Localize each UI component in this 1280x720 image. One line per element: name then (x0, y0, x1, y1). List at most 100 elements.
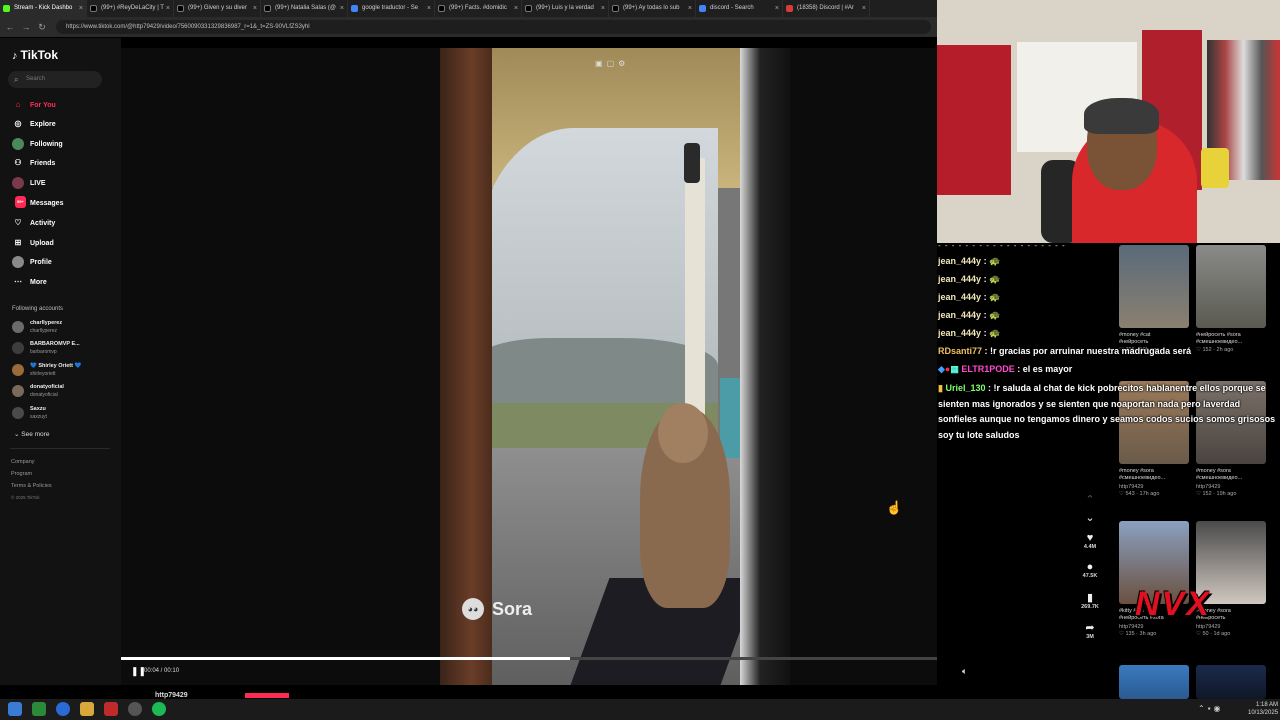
webcam-feed (937, 0, 1280, 243)
following-account[interactable]: donatyoficial donatyoficial (12, 381, 112, 401)
avatar (12, 364, 24, 376)
avatar (12, 385, 24, 397)
browser-tab[interactable]: (99+) Luis y la verdad × (522, 0, 609, 17)
browser-tab[interactable]: (18358) Discord | #Ar × (783, 0, 870, 17)
browser-tab[interactable]: (99+) #ReyDeLaCity | T × (87, 0, 174, 17)
search-icon: ⌕ (14, 75, 19, 84)
tiktok-logo[interactable]: ♪ TikTok (12, 48, 58, 62)
settings-icon[interactable]: ⚙ (618, 59, 629, 68)
close-icon[interactable]: × (688, 0, 692, 17)
nav-explore[interactable]: ◎ Explore (12, 115, 112, 133)
video-time: 00:04 / 00:10 (144, 668, 180, 674)
nav-upload[interactable]: ⊞ Upload (12, 234, 112, 252)
following-account[interactable]: charllyperez charllyperez (12, 317, 112, 337)
browser-tab[interactable]: (99+) Given y su diver × (174, 0, 261, 17)
system-tray[interactable]: ⌃▪◉ (1198, 704, 1224, 713)
nav-activity[interactable]: ♡ Activity (12, 214, 112, 232)
browser-tab[interactable]: Stream - Kick Dashbo × (0, 0, 87, 17)
chat-message: jean_444y : 🐢 (938, 292, 1001, 302)
footer-program[interactable]: Program (11, 471, 32, 477)
screen: Stream - Kick Dashbo × (99+) #ReyDeLaCity… (0, 0, 1280, 720)
video-progress-bar[interactable] (121, 657, 937, 660)
chat-message: ◆●▦ ELTR1PODE : el es mayor (938, 364, 1073, 374)
nav-more[interactable]: ⋯ More (12, 273, 112, 291)
tiktok-favicon-icon (264, 5, 271, 12)
webcam-basket (1201, 148, 1229, 188)
nav-messages[interactable]: ✉99+Messages (12, 194, 112, 212)
follow-button[interactable] (245, 693, 289, 698)
avatar (12, 321, 24, 333)
spotify-icon[interactable] (152, 702, 166, 716)
browser-tab[interactable]: discord - Search × (696, 0, 783, 17)
close-icon[interactable]: × (79, 0, 83, 17)
related-video[interactable] (1196, 665, 1266, 699)
chrome-icon[interactable] (56, 702, 70, 716)
nav-live[interactable]: LIVE (12, 174, 112, 192)
browser-tab[interactable]: google traductor - Se × (348, 0, 435, 17)
chat-message: ▮ Uriel_130 : !r saluda al chat de kick … (938, 383, 1276, 440)
following-account[interactable]: Saxzu saxzuyt (12, 403, 112, 423)
tiktok-favicon-icon (90, 5, 97, 12)
browser-tab[interactable]: (99+) Natalia Salas (@ × (261, 0, 348, 17)
nav-for-you[interactable]: ⌂ For You (12, 96, 112, 114)
tiktok-sidebar: ♪ TikTok ⌕ Search ⌂ For You ◎ Explore Follow… (0, 38, 121, 685)
app-icon[interactable] (104, 702, 118, 716)
friends-icon: ⚇ (14, 158, 22, 167)
google-favicon-icon (351, 5, 358, 12)
close-icon[interactable]: × (253, 0, 257, 17)
windows-start-icon[interactable] (8, 702, 22, 716)
miniplayer-icon[interactable]: ▢ (607, 59, 619, 68)
folder-icon[interactable] (80, 702, 94, 716)
nvx-logo: NVX (1135, 585, 1211, 623)
video-monkey-head (658, 403, 708, 463)
chat-message: RDsanti77 : !r gracias por arruinar nues… (938, 346, 1192, 356)
close-icon[interactable]: × (427, 0, 431, 17)
nav-profile[interactable]: Profile (12, 253, 112, 271)
video-brick-wall (440, 48, 492, 685)
compass-icon: ◎ (14, 119, 22, 128)
search-input[interactable]: ⌕ Search (8, 71, 102, 88)
see-more-link[interactable]: ⌄ See more (14, 430, 49, 438)
more-icon: ⋯ (14, 277, 22, 286)
footer-terms[interactable]: Terms & Policies (11, 483, 52, 489)
reload-icon[interactable]: ↻ (36, 22, 48, 33)
following-account[interactable]: 💙 Shirley Oriett 💙 shirleyoriett (12, 360, 112, 380)
upload-icon: ⊞ (14, 238, 22, 247)
close-icon[interactable]: × (166, 0, 170, 17)
messages-icon: ✉99+ (12, 196, 26, 209)
tiktok-favicon-icon (525, 5, 532, 12)
taskbar-clock[interactable]: 1:18 AM 10/13/2025 (1248, 701, 1278, 717)
back-icon[interactable]: ← (4, 22, 16, 32)
video-trees (478, 338, 718, 408)
taskbar: ⌃▪◉ 1:18 AM 10/13/2025 (0, 699, 1280, 720)
close-icon[interactable]: × (862, 0, 866, 17)
close-icon[interactable]: × (514, 0, 518, 17)
video-thumbnail (1119, 665, 1189, 699)
nav-following[interactable]: Following (12, 135, 112, 153)
related-video[interactable] (1119, 665, 1189, 699)
close-icon[interactable]: × (775, 0, 779, 17)
close-icon[interactable]: × (340, 0, 344, 17)
obs-icon[interactable] (128, 702, 142, 716)
video-author[interactable]: http79429 (155, 692, 188, 699)
avatar (12, 407, 24, 419)
profile-icon (12, 256, 24, 268)
tiktok-favicon-icon (612, 5, 619, 12)
browser-tab[interactable]: (99+) Facts. #domidic × (435, 0, 522, 17)
terminal-icon[interactable] (32, 702, 46, 716)
picture-in-picture-icon[interactable]: ▣ (595, 59, 607, 68)
divider (10, 448, 110, 449)
video-progress-fill (121, 657, 570, 660)
nav-friends[interactable]: ⚇ Friends (12, 154, 112, 172)
video-player[interactable]: ◕◕ Sora ▣▢⚙ ❚❚ 00:04 / 00:10 (121, 48, 937, 685)
url-input[interactable]: https://www.tiktok.com/@http79429/video/… (56, 20, 931, 34)
forward-icon[interactable]: → (20, 22, 32, 32)
close-icon[interactable]: × (601, 0, 605, 17)
activity-icon: ♡ (14, 218, 22, 227)
chat-message: jean_444y : 🐢 (938, 256, 1001, 266)
following-account[interactable]: BARBAROMVP E... barbaromvp (12, 338, 112, 358)
search-favicon-icon (699, 5, 706, 12)
footer-company[interactable]: Company (11, 459, 35, 465)
video-frame[interactable]: ◕◕ Sora (440, 48, 790, 685)
browser-tab[interactable]: (99+) Ay todas lo sub × (609, 0, 696, 17)
